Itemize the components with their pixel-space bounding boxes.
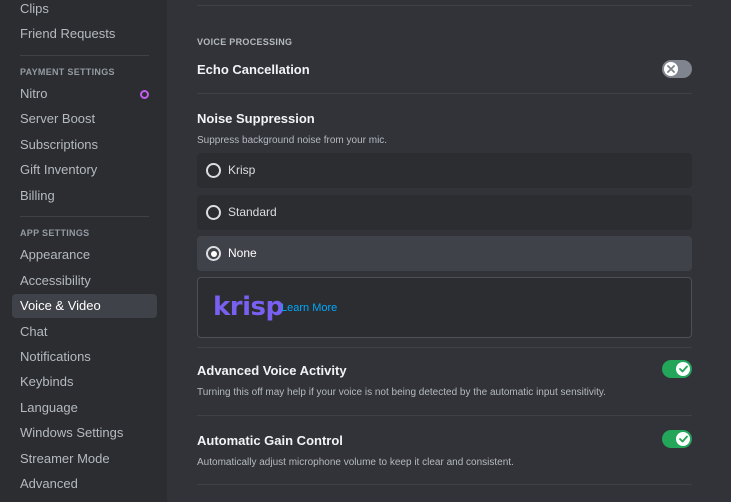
sidebar-item-windows-settings[interactable]: Windows Settings (12, 421, 157, 445)
nitro-icon (140, 90, 149, 99)
toggle-knob (664, 62, 678, 76)
sidebar-item-chat[interactable]: Chat (12, 320, 157, 344)
radio-option-krisp[interactable]: Krisp (197, 153, 692, 188)
noise-suppression-description: Suppress background noise from your mic. (197, 135, 388, 146)
sidebar-item-advanced[interactable]: Advanced (12, 472, 157, 496)
sidebar-item-server-boost[interactable]: Server Boost (12, 107, 157, 131)
sidebar-item-voice-video[interactable]: Voice & Video (12, 294, 157, 318)
advanced-voice-activity-description: Turning this off may help if your voice … (197, 387, 606, 398)
radio-button (206, 163, 221, 178)
section-divider (197, 484, 692, 485)
echo-cancellation-toggle[interactable] (662, 60, 692, 78)
sidebar-item-nitro[interactable]: Nitro (12, 82, 157, 106)
payment-settings-header: PAYMENT SETTINGS (20, 67, 115, 77)
app-settings-header: APP SETTINGS (20, 228, 90, 238)
sidebar-item-friend-requests[interactable]: Friend Requests (12, 22, 157, 46)
automatic-gain-control-description: Automatically adjust microphone volume t… (197, 457, 514, 468)
radio-option-none[interactable]: None (197, 236, 692, 271)
sidebar-item-billing[interactable]: Billing (12, 184, 157, 208)
krisp-logo: krisp (213, 292, 284, 322)
sidebar-divider (20, 55, 149, 56)
radio-label: None (228, 246, 257, 260)
sidebar-item-streamer-mode[interactable]: Streamer Mode (12, 447, 157, 471)
sidebar-item-subscriptions[interactable]: Subscriptions (12, 133, 157, 157)
sidebar-item-keybinds[interactable]: Keybinds (12, 370, 157, 394)
learn-more-link[interactable]: Learn More (281, 301, 337, 315)
advanced-voice-activity-toggle[interactable] (662, 360, 692, 378)
radio-button (206, 205, 221, 220)
sidebar-item-gift-inventory[interactable]: Gift Inventory (12, 158, 157, 182)
automatic-gain-control-toggle[interactable] (662, 430, 692, 448)
advanced-voice-activity-title: Advanced Voice Activity (197, 363, 347, 378)
echo-cancellation-title: Echo Cancellation (197, 62, 310, 77)
krisp-promo-box: krisp Learn More (197, 277, 692, 338)
radio-label: Krisp (228, 163, 256, 177)
check-icon (678, 365, 688, 373)
settings-sidebar: Clips Friend Requests PAYMENT SETTINGS N… (0, 0, 167, 502)
section-divider (197, 5, 692, 6)
toggle-knob (676, 432, 690, 446)
sidebar-item-notifications[interactable]: Notifications (12, 345, 157, 369)
sidebar-item-appearance[interactable]: Appearance (12, 243, 157, 267)
sidebar-item-language[interactable]: Language (12, 396, 157, 420)
sidebar-item-accessibility[interactable]: Accessibility (12, 269, 157, 293)
voice-processing-header: VOICE PROCESSING (197, 37, 293, 47)
section-divider (197, 93, 692, 94)
toggle-knob (676, 362, 690, 376)
close-icon (667, 65, 675, 73)
section-divider (197, 415, 692, 416)
noise-suppression-title: Noise Suppression (197, 111, 315, 126)
sidebar-item-label: Nitro (20, 86, 48, 101)
sidebar-divider (20, 216, 149, 217)
radio-option-standard[interactable]: Standard (197, 195, 692, 230)
check-icon (678, 435, 688, 443)
section-divider (197, 347, 692, 348)
sidebar-item-clips[interactable]: Clips (12, 0, 157, 21)
radio-button-checked (206, 246, 221, 261)
automatic-gain-control-title: Automatic Gain Control (197, 433, 343, 448)
radio-label: Standard (228, 205, 277, 219)
